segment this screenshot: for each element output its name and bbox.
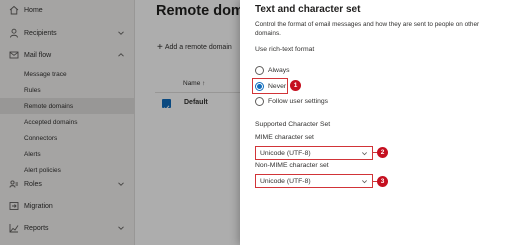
mime-value: Unicode (UTF-8)	[260, 149, 311, 157]
radio-circle	[255, 65, 264, 75]
charset-section-title: Supported Character Set	[255, 121, 331, 128]
callout-badge-2: 2	[377, 147, 388, 158]
rich-text-label: Use rich-text format	[255, 46, 315, 53]
non-mime-charset-select[interactable]: Unicode (UTF-8)	[255, 174, 373, 188]
mime-charset-select[interactable]: Unicode (UTF-8)	[255, 146, 373, 160]
radio-label: Always	[268, 66, 290, 74]
radio-follow-user-settings[interactable]: Follow user settings	[255, 95, 328, 107]
radio-always[interactable]: Always	[255, 64, 290, 76]
flyout-panel: Text and character set Control the forma…	[240, 0, 520, 245]
chevron-down-icon	[362, 152, 367, 156]
callout-badge-1: 1	[290, 80, 301, 91]
chevron-down-icon	[362, 180, 367, 184]
radio-circle	[255, 96, 264, 106]
mime-label: MIME character set	[255, 134, 314, 141]
callout-badge-3: 3	[377, 176, 388, 187]
panel-description: Control the format of email messages and…	[255, 21, 480, 37]
highlight-box	[252, 78, 288, 94]
non-mime-label: Non-MIME character set	[255, 162, 329, 169]
panel-title: Text and character set	[255, 4, 361, 15]
radio-label: Follow user settings	[268, 97, 329, 105]
non-mime-value: Unicode (UTF-8)	[260, 177, 311, 185]
modal-overlay[interactable]	[0, 0, 240, 245]
